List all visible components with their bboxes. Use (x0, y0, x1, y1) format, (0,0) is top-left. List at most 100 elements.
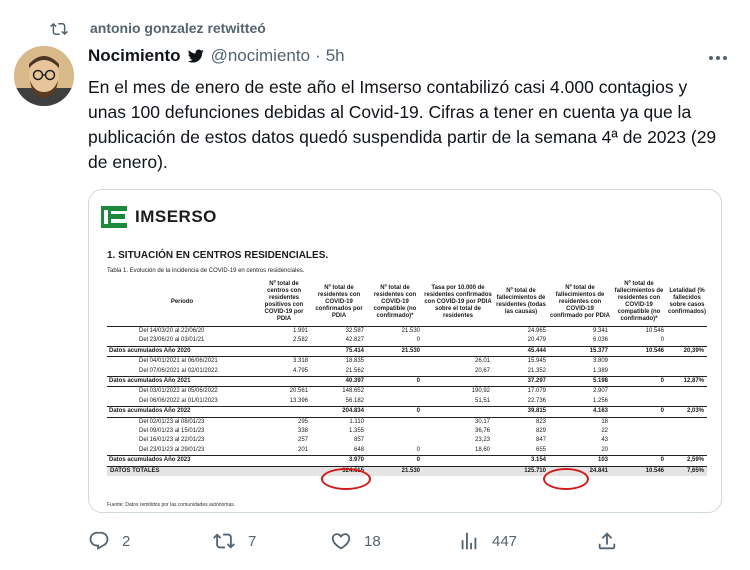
tweet-image[interactable]: IMSERSO 1. SITUACIÓN EN CENTROS RESIDENC… (88, 189, 722, 513)
avatar-illustration (14, 46, 74, 106)
table-row: Del 23/01/23 al 29/01/23 201 648 0 18,60 655 2… (107, 446, 707, 456)
highlight-circle-deaths (543, 468, 589, 490)
retweet-action-icon (213, 533, 235, 549)
highlight-circle-residents (321, 468, 371, 490)
table-cell: 0 (611, 455, 667, 467)
table-cell: 21.530 (367, 345, 423, 358)
table-cell: Del 09/01/23 al 15/01/23 (139, 428, 205, 435)
table-row: Del 03/01/2022 al 05/06/2022 20.561 148.65… (107, 387, 707, 397)
column-header: Nº total de fallecimientos de residentes… (493, 278, 549, 327)
table-cell: 3.318 (292, 358, 308, 365)
retweet-indicator[interactable]: antonio gonzalez retwitteó (50, 20, 266, 36)
table-cell: Del 07/06/2021 al 02/01/2022 (139, 367, 218, 374)
table-cell (667, 336, 707, 346)
table-cell (367, 387, 423, 397)
table-row-accumulated: Datos acumulados Año 2021 40.397 0 37.297 5.… (107, 376, 707, 388)
table-cell (667, 417, 707, 427)
table-cell (667, 397, 707, 407)
table-cell (257, 465, 311, 477)
table-cell (423, 465, 493, 477)
table-cell: 24.965 (527, 328, 546, 334)
table-cell (667, 427, 707, 436)
table-row-accumulated: Datos acumulados Año 2020 75.414 21.530 45.… (107, 345, 707, 358)
table-cell: 0 (367, 376, 423, 388)
table-cell: 51,51 (474, 397, 490, 404)
table-cell (667, 327, 707, 337)
table-cell: 2,59% (667, 455, 707, 467)
table-cell (611, 357, 667, 367)
table-cell (611, 397, 667, 407)
share-button[interactable] (596, 530, 618, 552)
table-cell: 2.582 (292, 337, 308, 344)
reply-button[interactable]: 2 (88, 530, 130, 552)
table-cell: 10.546 (611, 465, 667, 477)
avatar[interactable] (14, 46, 74, 106)
table-cell: 13.396 (289, 397, 308, 404)
views-button[interactable]: 447 (458, 530, 517, 552)
table-cell (611, 387, 667, 397)
table-cell: 190,92 (471, 388, 490, 395)
views-chart-icon (461, 532, 477, 550)
table-cell (667, 446, 707, 456)
table-cell: 201 (297, 446, 308, 453)
table-row-total: DATOS TOTALES 324.615 21.530 125.710 24.841 1… (107, 465, 707, 477)
table-cell: 0 (416, 337, 420, 344)
table-cell: 18 (601, 418, 608, 425)
table-cell: 0 (611, 376, 667, 388)
table-cell (667, 436, 707, 445)
table-cell (367, 436, 423, 445)
table-cell: Del 06/06/2022 al 01/01/2023 (139, 397, 218, 404)
table-cell: 18.835 (345, 358, 364, 365)
heart-icon (331, 533, 351, 550)
table-cell (611, 367, 667, 377)
table-cell: 4.795 (292, 367, 308, 374)
table-cell: 42.827 (345, 337, 364, 344)
table-cell (611, 417, 667, 427)
table-cell: 1.389 (592, 367, 608, 374)
retweet-icon (50, 22, 68, 36)
retweet-button[interactable]: 7 (212, 530, 256, 552)
handle[interactable]: @nocimiento (211, 46, 310, 66)
timestamp[interactable]: 5h (326, 46, 345, 66)
table-cell: Del 14/03/20 al 22/06/20 (139, 328, 205, 334)
reply-icon (89, 531, 109, 550)
table-row: Del 04/01/2021 al 06/06/2021 3.318 18.835 2… (107, 357, 707, 367)
table-row-accumulated: Datos acumulados Año 2023 3.970 0 3.154 103 0… (107, 455, 707, 467)
column-header: Tasa por 10.000 de residentes confirmado… (423, 278, 493, 327)
table-cell: 21.352 (527, 367, 546, 374)
table-cell: 15.377 (549, 345, 611, 358)
table-cell: 22.736 (527, 397, 546, 404)
column-header: Período (107, 278, 257, 327)
table-cell: 0 (660, 337, 664, 344)
table-cell (257, 376, 311, 388)
table-cell: 257 (297, 437, 308, 444)
table-cell (423, 345, 493, 358)
table-cell: Datos acumulados Año 2021 (107, 376, 257, 388)
table-cell: 21.530 (367, 465, 423, 477)
table-cell: 0 (367, 455, 423, 467)
table-cell (423, 336, 493, 346)
table-cell: 4.163 (549, 406, 611, 418)
more-options-icon[interactable] (706, 50, 730, 66)
table-cell: 1.256 (592, 397, 608, 404)
table-cell: 17.079 (527, 388, 546, 395)
separator: · (315, 46, 321, 65)
table-cell: 30,17 (474, 418, 490, 425)
table-cell: 0 (416, 446, 420, 453)
table-cell: 125.710 (493, 465, 549, 477)
like-button[interactable]: 18 (330, 530, 381, 552)
table-header-row: Período Nº total de centros con residente… (107, 278, 707, 327)
table-cell (611, 446, 667, 456)
table-cell: 295 (297, 418, 308, 425)
table-cell (367, 397, 423, 407)
table-cell (367, 427, 423, 436)
views-count: 447 (492, 532, 518, 550)
table-cell (423, 406, 493, 418)
table-cell: 148.652 (342, 388, 364, 395)
table-cell: 1.991 (292, 328, 308, 334)
table-cell: 2,03% (667, 406, 707, 418)
display-name[interactable]: Nocimiento (88, 46, 181, 66)
table-cell: 20 (601, 446, 608, 453)
table-cell: 204.834 (311, 406, 367, 418)
table-cell (257, 406, 311, 418)
